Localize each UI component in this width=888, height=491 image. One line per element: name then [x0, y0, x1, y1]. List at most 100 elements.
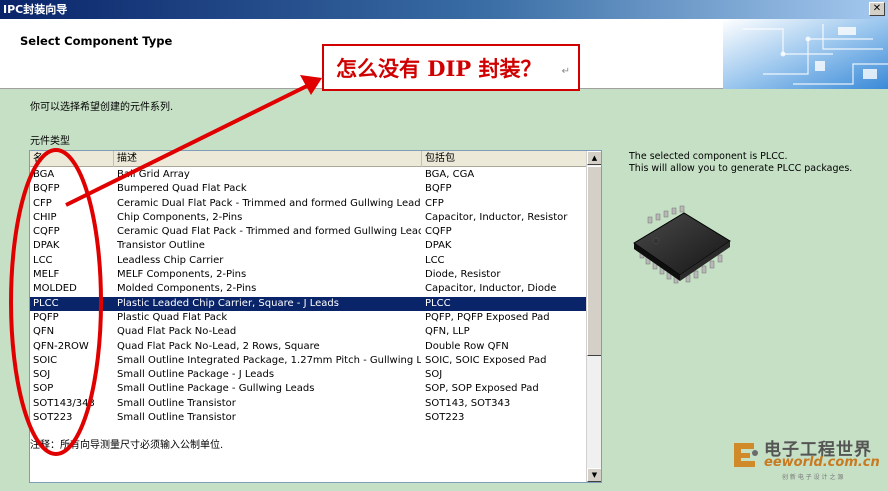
row-description: Molded Components, 2-Pins: [117, 283, 257, 295]
row-name: MELF: [33, 269, 60, 281]
row-name: BGA: [33, 169, 55, 180]
arrow-up-icon[interactable]: ▲: [587, 151, 601, 165]
row-name: PQFP: [33, 311, 59, 323]
table-row[interactable]: CQFP Ceramic Quad Flat Pack - Trimmed and…: [30, 225, 587, 239]
list-header: 名 描述 包括包: [30, 151, 587, 167]
row-package: SOT143, SOT343: [425, 397, 511, 409]
window-titlebar: IPC封装向导 ✕: [0, 0, 888, 19]
row-package: SOT223: [425, 412, 465, 424]
selection-info: The selected component is PLCC. This wil…: [629, 151, 852, 175]
table-row[interactable]: QFN-2ROW Quad Flat Pack No-Lead, 2 Rows, …: [30, 340, 587, 354]
table-row[interactable]: PQFP Plastic Quad Flat Pack PQFP, PQFP Exp…: [30, 311, 587, 325]
table-row[interactable]: QFN Quad Flat Pack No-Lead QFN, LLP: [30, 325, 587, 339]
row-package: Capacitor, Inductor, Resistor: [425, 211, 568, 223]
row-description: Transistor Outline: [117, 240, 205, 252]
eeworld-watermark: 电子工程世界 eeworld.com.cn 创 新 电 子 设 计 之 源: [730, 433, 880, 483]
row-description: Plastic Leaded Chip Carrier, Square - J …: [117, 297, 339, 309]
table-row[interactable]: DPAK Transistor Outline DPAK: [30, 239, 587, 253]
column-header-package[interactable]: 包括包: [422, 151, 587, 167]
row-description: Small Outline Transistor: [117, 412, 236, 424]
component-type-list[interactable]: 名 描述 包括包 BGA Ball Grid Array BGA, CGA BQFP B…: [29, 150, 602, 483]
row-package: BQFP: [425, 183, 452, 195]
wizard-content: 你可以选择希望创建的元件系列. 元件类型 名 描述 包括包 BGA Ball Gr…: [0, 90, 888, 491]
eeworld-logo-icon: [734, 443, 758, 467]
callout-text: 怎么没有 DIP 封装？: [336, 56, 542, 81]
row-name: CQFP: [33, 226, 60, 238]
row-name: SOJ: [33, 369, 51, 381]
table-row[interactable]: LCC Leadless Chip Carrier LCC: [30, 254, 587, 268]
row-package: CFP: [425, 197, 444, 209]
row-name: SOT223: [33, 412, 73, 424]
annotation-callout: 怎么没有 DIP 封装？ ↵: [322, 44, 580, 91]
table-row[interactable]: BQFP Bumpered Quad Flat Pack BQFP: [30, 182, 587, 196]
row-name: QFN-2ROW: [33, 340, 89, 352]
row-package: SOJ: [425, 369, 443, 381]
window-title: IPC封装向导: [3, 3, 68, 16]
scrollbar-thumb[interactable]: [587, 166, 601, 356]
row-name: SOT143/343: [33, 397, 95, 409]
row-package: PLCC: [425, 297, 451, 309]
vertical-scrollbar[interactable]: ▲ ▼: [586, 151, 601, 482]
column-header-name[interactable]: 名: [30, 151, 114, 167]
table-row[interactable]: PLCC Plastic Leaded Chip Carrier, Square …: [30, 296, 587, 311]
row-description: Small Outline Transistor: [117, 397, 236, 409]
intro-text: 你可以选择希望创建的元件系列.: [30, 102, 174, 113]
page-title: Select Component Type: [20, 34, 173, 48]
row-name: CFP: [33, 197, 52, 209]
row-package: CQFP: [425, 226, 452, 238]
row-package: Diode, Resistor: [425, 269, 501, 281]
list-rows: BGA Ball Grid Array BGA, CGA BQFP Bumpered Q…: [30, 168, 587, 425]
row-package: LCC: [425, 254, 445, 266]
table-row[interactable]: SOT223 Small Outline Transistor SOT223: [30, 411, 587, 425]
row-description: Ceramic Dual Flat Pack - Trimmed and for…: [117, 197, 421, 209]
arrow-down-icon[interactable]: ▼: [587, 468, 601, 482]
row-name: BQFP: [33, 183, 60, 195]
table-row[interactable]: SOIC Small Outline Integrated Package, 1.…: [30, 354, 587, 368]
component-type-label: 元件类型: [30, 136, 70, 147]
row-name: PLCC: [33, 297, 59, 309]
table-row[interactable]: SOT143/343 Small Outline Transistor SOT143…: [30, 397, 587, 411]
row-description: Quad Flat Pack No-Lead: [117, 326, 237, 338]
table-row[interactable]: SOJ Small Outline Package - J Leads SOJ: [30, 368, 587, 382]
row-description: Plastic Quad Flat Pack: [117, 311, 228, 323]
table-row[interactable]: MELF MELF Components, 2-Pins Diode, Resist…: [30, 268, 587, 282]
row-name: LCC: [33, 254, 53, 266]
row-name: SOP: [33, 383, 54, 395]
row-description: Small Outline Package - J Leads: [117, 369, 275, 381]
row-name: QFN: [33, 326, 55, 338]
metric-units-note: 注释：所有向导测量尺寸必须输入公制单位.: [30, 440, 224, 451]
row-package: Double Row QFN: [425, 340, 509, 352]
table-row[interactable]: CFP Ceramic Dual Flat Pack - Trimmed and …: [30, 197, 587, 211]
selection-info-line1: The selected component is PLCC.: [629, 151, 788, 162]
close-icon[interactable]: ✕: [869, 2, 885, 16]
selection-info-line2: This will allow you to generate PLCC pac…: [629, 163, 853, 174]
row-package: PQFP, PQFP Exposed Pad: [425, 311, 550, 323]
row-description: Quad Flat Pack No-Lead, 2 Rows, Square: [117, 340, 320, 352]
row-name: SOIC: [33, 354, 58, 366]
row-package: QFN, LLP: [425, 326, 470, 338]
paragraph-mark-icon: ↵: [561, 66, 570, 77]
row-package: SOP, SOP Exposed Pad: [425, 383, 539, 395]
header-banner-graphic: [723, 19, 888, 89]
row-description: Chip Components, 2-Pins: [117, 211, 243, 223]
table-row[interactable]: SOP Small Outline Package - Gullwing Lead…: [30, 382, 587, 396]
column-header-description[interactable]: 描述: [114, 151, 422, 167]
row-description: Ceramic Quad Flat Pack - Trimmed and for…: [117, 226, 421, 238]
table-row[interactable]: MOLDED Molded Components, 2-Pins Capacitor…: [30, 282, 587, 296]
row-description: MELF Components, 2-Pins: [117, 269, 247, 281]
row-description: Leadless Chip Carrier: [117, 254, 224, 266]
row-package: Capacitor, Inductor, Diode: [425, 283, 557, 295]
row-name: MOLDED: [33, 283, 77, 295]
table-row[interactable]: BGA Ball Grid Array BGA, CGA: [30, 168, 587, 182]
row-name: DPAK: [33, 240, 60, 252]
row-description: Small Outline Package - Gullwing Leads: [117, 383, 315, 395]
row-description: Bumpered Quad Flat Pack: [117, 183, 247, 195]
plcc-chip-icon: [633, 205, 731, 284]
table-row[interactable]: CHIP Chip Components, 2-Pins Capacitor, In…: [30, 211, 587, 225]
row-description: Ball Grid Array: [117, 169, 190, 180]
row-name: CHIP: [33, 211, 57, 223]
row-package: DPAK: [425, 240, 452, 252]
watermark-slogan: 创 新 电 子 设 计 之 源: [782, 474, 844, 481]
watermark-en: eeworld.com.cn: [764, 455, 880, 470]
row-description: Small Outline Integrated Package, 1.27mm…: [117, 354, 421, 366]
